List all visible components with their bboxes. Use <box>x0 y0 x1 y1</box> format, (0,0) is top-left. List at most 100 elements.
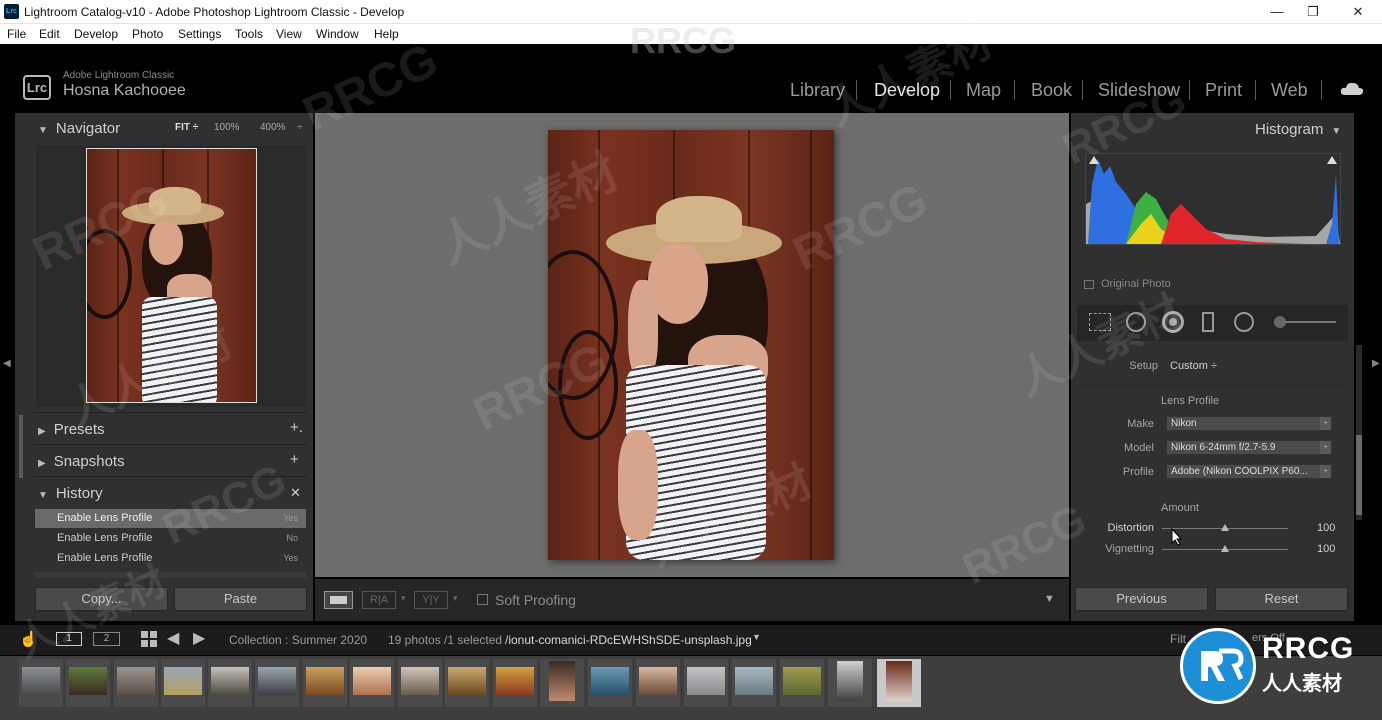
filmstrip-thumbnail[interactable] <box>540 659 584 707</box>
filmstrip-thumbnail[interactable] <box>208 659 252 707</box>
module-slideshow[interactable]: Slideshow <box>1098 80 1180 101</box>
scrollbar-thumb[interactable] <box>1356 435 1362 515</box>
menu-tools[interactable]: Tools <box>235 27 263 41</box>
module-book[interactable]: Book <box>1031 80 1072 101</box>
right-panel-toggle-icon[interactable]: ▶ <box>1372 358 1380 369</box>
menu-view[interactable]: View <box>276 27 302 41</box>
brush-slider[interactable] <box>1284 321 1336 323</box>
right-panel-scrollbar[interactable] <box>1356 345 1362 520</box>
maximize-button[interactable]: ❐ <box>1298 3 1328 21</box>
close-window-button[interactable]: ✕ <box>1343 3 1373 21</box>
left-panel-toggle-icon[interactable]: ◀ <box>3 358 11 369</box>
filmstrip-thumbnail-selected[interactable] <box>877 659 921 707</box>
spot-removal-icon[interactable] <box>1126 312 1146 332</box>
filmstrip-thumbnail[interactable] <box>19 659 63 707</box>
filmstrip-thumbnail[interactable] <box>114 659 158 707</box>
toolbar-menu-icon[interactable]: ▼ <box>1044 593 1055 605</box>
clear-history-icon[interactable]: ✕ <box>290 485 301 501</box>
filmstrip-thumbnail[interactable] <box>350 659 394 707</box>
filmstrip-thumbnail[interactable] <box>588 659 632 707</box>
main-window-button[interactable]: 1 <box>56 632 82 646</box>
back-arrow-icon[interactable]: ◀ <box>167 628 179 648</box>
history-item[interactable]: Enable Lens Profile Yes <box>35 549 306 568</box>
minimize-button[interactable]: — <box>1262 3 1292 21</box>
before-after-button[interactable]: R|A <box>362 591 396 609</box>
menu-window[interactable]: Window <box>316 27 359 41</box>
main-photo[interactable] <box>548 130 834 560</box>
presets-header[interactable]: ▶ Presets <box>38 421 105 438</box>
snapshots-header[interactable]: ▶ Snapshots <box>38 453 125 470</box>
soft-proofing-checkbox[interactable] <box>477 594 488 605</box>
module-print[interactable]: Print <box>1205 80 1242 101</box>
thumbnail-image <box>783 667 821 695</box>
histogram-header[interactable]: Histogram ▼ <box>1255 121 1341 138</box>
filmstrip-thumbnail[interactable] <box>66 659 110 707</box>
nav-zoom-100[interactable]: 100% <box>214 122 240 133</box>
reset-button[interactable]: Reset <box>1215 587 1348 611</box>
distortion-slider-knob[interactable] <box>1221 524 1229 531</box>
menu-file[interactable]: File <box>7 27 26 41</box>
nav-zoom-400[interactable]: 400% <box>260 122 286 133</box>
module-library[interactable]: Library <box>790 80 845 101</box>
previous-button[interactable]: Previous <box>1075 587 1208 611</box>
filmstrip-thumbnail[interactable] <box>828 659 872 707</box>
forward-arrow-icon[interactable]: ▶ <box>193 628 205 648</box>
menu-help[interactable]: Help <box>374 27 399 41</box>
redeye-tool-icon[interactable] <box>1162 311 1184 333</box>
highlight-clipping-icon[interactable] <box>1327 156 1337 164</box>
histogram[interactable] <box>1085 153 1341 245</box>
original-photo-checkbox[interactable] <box>1084 280 1094 289</box>
chevron-down-icon[interactable]: ▾ <box>401 593 406 604</box>
nav-zoom-menu[interactable]: ÷ <box>297 122 303 133</box>
module-map[interactable]: Map <box>966 80 1001 101</box>
crop-tool-icon[interactable] <box>1089 313 1111 331</box>
shadow-clipping-icon[interactable] <box>1089 156 1099 164</box>
copy-settings-button[interactable]: Copy... <box>35 587 168 611</box>
navigator-photo[interactable] <box>86 148 257 403</box>
filmstrip-thumbnail[interactable] <box>636 659 680 707</box>
hand-icon[interactable]: ☝ <box>19 630 38 648</box>
loupe-view-button[interactable] <box>324 591 353 609</box>
menu-develop[interactable]: Develop <box>74 27 118 41</box>
model-dropdown[interactable]: Nikon 6-24mm f/2.7-5.9 ÷ <box>1166 440 1332 455</box>
vignetting-slider-knob[interactable] <box>1221 545 1229 552</box>
filmstrip-thumbnail[interactable] <box>493 659 537 707</box>
filmstrip-thumbnail[interactable] <box>684 659 728 707</box>
graduated-filter-icon[interactable] <box>1202 312 1214 332</box>
distortion-value[interactable]: 100 <box>1317 522 1335 534</box>
grid-view-icon[interactable] <box>141 631 157 647</box>
history-item[interactable]: Enable Lens Profile Yes <box>35 509 306 528</box>
cloud-icon[interactable] <box>1340 82 1364 96</box>
vignetting-value[interactable]: 100 <box>1317 543 1335 555</box>
nav-zoom-fit[interactable]: FIT ÷ <box>175 122 198 133</box>
filmstrip-thumbnail[interactable] <box>303 659 347 707</box>
history-item[interactable]: Enable Lens Profile No <box>35 529 306 548</box>
secondary-window-button[interactable]: 2 <box>93 632 120 646</box>
radial-filter-icon[interactable] <box>1234 312 1254 332</box>
module-web[interactable]: Web <box>1271 80 1308 101</box>
filmstrip-thumbnail[interactable] <box>161 659 205 707</box>
module-develop[interactable]: Develop <box>874 80 940 101</box>
profile-dropdown[interactable]: Adobe (Nikon COOLPIX P60... ÷ <box>1166 464 1332 479</box>
chevron-down-icon[interactable]: ▾ <box>453 593 458 604</box>
before-after-split-button[interactable]: Y|Y <box>414 591 448 609</box>
collection-label[interactable]: Collection : Summer 2020 <box>229 633 367 647</box>
add-preset-button[interactable]: +. <box>290 419 303 436</box>
filmstrip-thumbnail[interactable] <box>445 659 489 707</box>
menu-edit[interactable]: Edit <box>39 27 60 41</box>
left-panel-scrollbar[interactable] <box>19 415 23 478</box>
filmstrip-thumbnail[interactable] <box>732 659 776 707</box>
filmstrip-thumbnail[interactable] <box>780 659 824 707</box>
filmstrip-thumbnail[interactable] <box>255 659 299 707</box>
make-dropdown[interactable]: Nikon ÷ <box>1166 416 1332 431</box>
filename-label[interactable]: /ionut-comanici-RDcEWHShSDE-unsplash.jpg <box>505 633 752 647</box>
add-snapshot-button[interactable]: + <box>290 451 299 468</box>
menu-photo[interactable]: Photo <box>132 27 163 41</box>
filmstrip-thumbnail[interactable] <box>398 659 442 707</box>
history-header[interactable]: ▼ History <box>38 485 103 502</box>
chevron-down-icon[interactable]: ▼ <box>752 632 761 642</box>
navigator-header[interactable]: ▼ Navigator <box>38 120 120 137</box>
menu-settings[interactable]: Settings <box>178 27 221 41</box>
setup-dropdown[interactable]: Custom ÷ <box>1170 360 1217 372</box>
paste-settings-button[interactable]: Paste <box>174 587 307 611</box>
